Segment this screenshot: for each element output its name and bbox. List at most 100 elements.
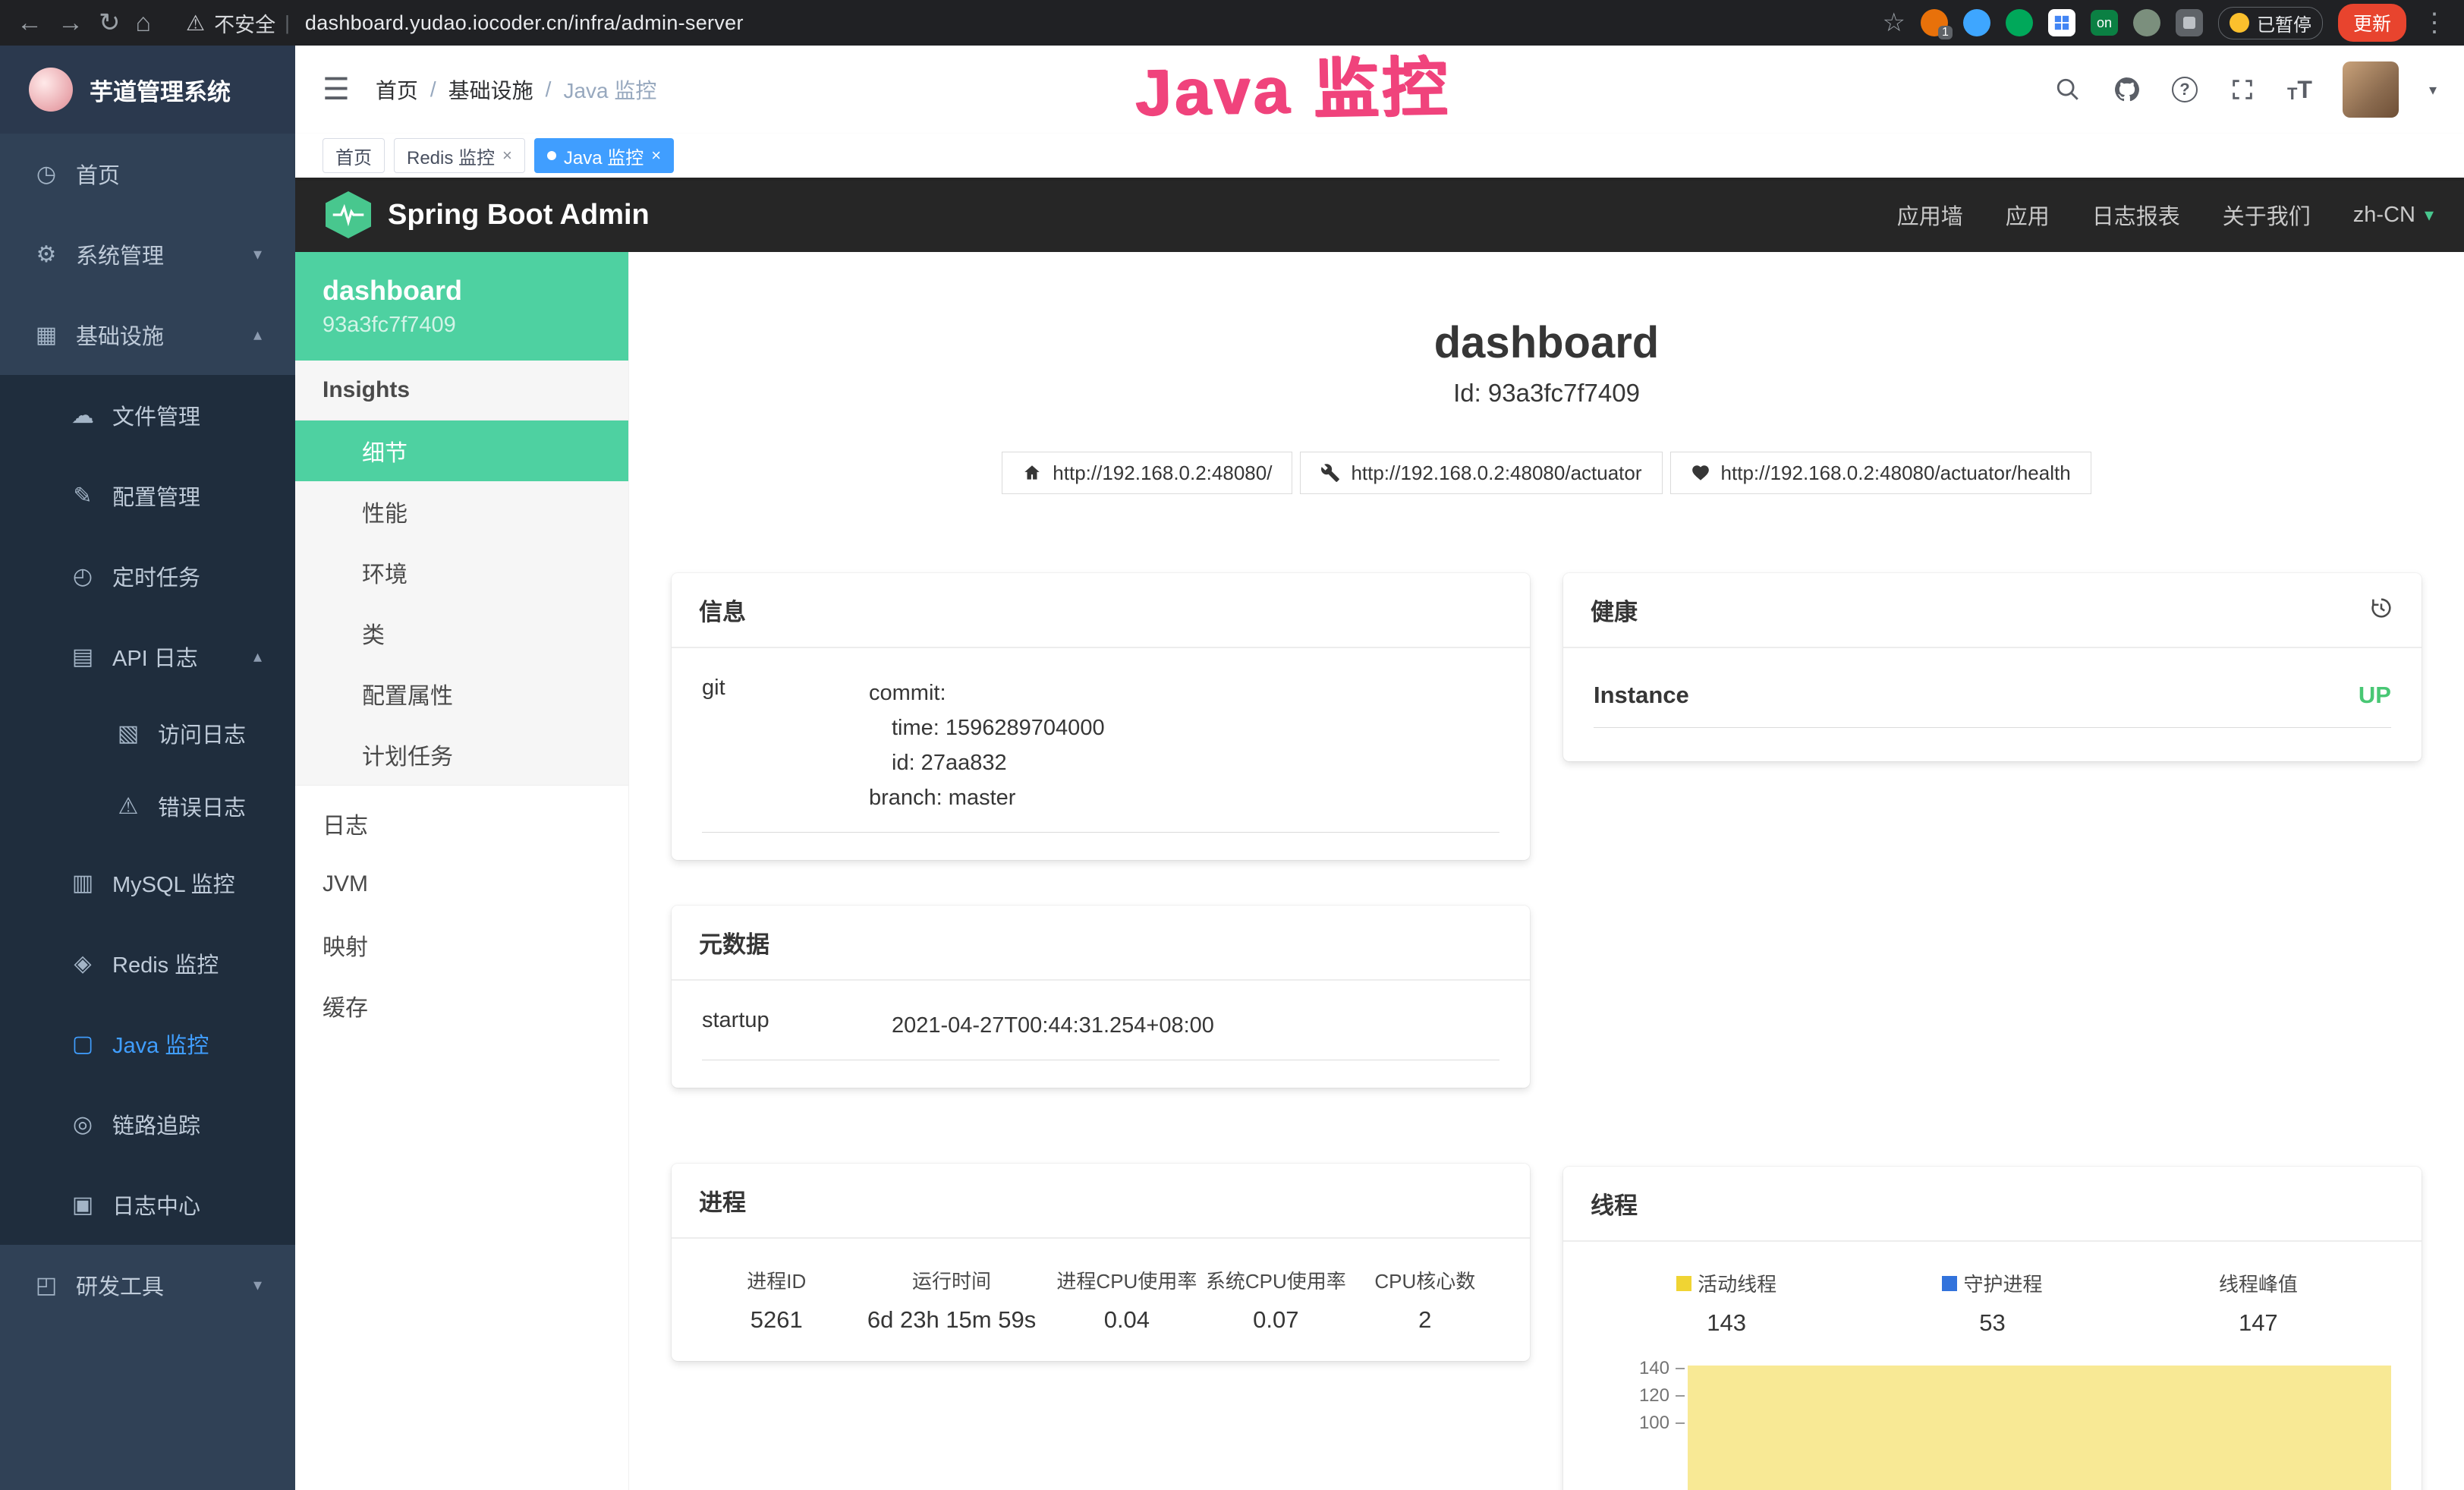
ytick-100: 100 xyxy=(1639,1413,1685,1434)
insights-section-label: Insights xyxy=(295,361,628,421)
extension-icon-4[interactable] xyxy=(2133,9,2160,36)
sidebar-item-access-logs[interactable]: ▧ 访问日志 xyxy=(0,697,295,770)
sidebar-item-infrastructure[interactable]: ▦ 基础设施 ▴ xyxy=(0,295,295,375)
service-url: http://192.168.0.2:48080/ xyxy=(1053,461,1272,485)
health-card: 健康 Instance UP xyxy=(1563,573,2422,761)
browser-reload-icon[interactable]: ↻ xyxy=(99,10,121,36)
instance-header[interactable]: dashboard 93a3fc7f7409 xyxy=(295,252,628,361)
trace-icon: ◎ xyxy=(68,1111,97,1138)
extension-icon-3[interactable] xyxy=(2006,9,2033,36)
sidebar-item-label: 系统管理 xyxy=(76,238,164,270)
address-bar-url[interactable]: dashboard.yudao.iocoder.cn/infra/admin-s… xyxy=(305,11,744,35)
chevron-down-icon: ▾ xyxy=(253,1275,262,1295)
bookmark-star-icon[interactable]: ☆ xyxy=(1882,10,1905,36)
dashboard-icon: ◷ xyxy=(32,161,61,187)
log-center-icon: ▣ xyxy=(68,1192,97,1218)
browser-home-icon[interactable]: ⌂ xyxy=(136,10,152,36)
sidebar-item-error-logs[interactable]: ⚠ 错误日志 xyxy=(0,770,295,843)
sidebar-item-label: Java 监控 xyxy=(112,1028,209,1060)
sba-menu-config-props[interactable]: 配置属性 xyxy=(295,663,628,724)
site-security-warning[interactable]: ⚠ 不安全 | xyxy=(186,8,290,38)
extensions-puzzle-icon[interactable] xyxy=(2176,9,2203,36)
sba-nav-journal[interactable]: 日志报表 xyxy=(2092,199,2180,231)
sidebar-item-config-management[interactable]: ✎ 配置管理 xyxy=(0,455,295,536)
extension-icon-2[interactable] xyxy=(1963,9,1990,36)
sidebar-item-label: 定时任务 xyxy=(112,560,200,592)
history-icon[interactable] xyxy=(2368,595,2394,625)
sba-nav-about[interactable]: 关于我们 xyxy=(2223,199,2311,231)
fullscreen-icon[interactable] xyxy=(2228,75,2257,104)
error-log-icon: ⚠ xyxy=(114,793,143,820)
sba-menu-caches[interactable]: 缓存 xyxy=(295,975,628,1036)
sba-menu-logs[interactable]: 日志 xyxy=(295,793,628,854)
sba-language-select[interactable]: zh-CN ▾ xyxy=(2353,203,2434,228)
sba-menu-jvm[interactable]: JVM xyxy=(295,854,628,915)
extension-on-toggle[interactable]: on xyxy=(2091,10,2118,36)
active-threads-header: 活动线程 xyxy=(1698,1269,1776,1297)
sidebar-item-dev-tools[interactable]: ◰ 研发工具 ▾ xyxy=(0,1245,295,1325)
sidebar-item-api-logs[interactable]: ▤ API 日志 ▴ xyxy=(0,616,295,697)
hamburger-icon[interactable]: ☰ xyxy=(323,72,350,107)
info-key: git xyxy=(702,676,869,815)
actuator-url-button[interactable]: http://192.168.0.2:48080/actuator xyxy=(1300,452,1662,494)
search-icon[interactable] xyxy=(2053,75,2082,104)
instance-id: 93a3fc7f7409 xyxy=(323,313,601,338)
tab-home[interactable]: 首页 xyxy=(323,138,385,173)
app-logo[interactable]: 芋道管理系统 xyxy=(0,46,295,134)
sba-menu-scheduled-tasks[interactable]: 计划任务 xyxy=(295,724,628,785)
profile-paused-badge[interactable]: 已暂停 xyxy=(2218,7,2323,39)
app-header: ☰ 首页 / 基础设施 / Java 监控 ? xyxy=(295,46,2464,134)
sidebar-item-scheduled-jobs[interactable]: ◴ 定时任务 xyxy=(0,536,295,616)
sba-menu-metrics[interactable]: 性能 xyxy=(295,481,628,542)
browser-update-button[interactable]: 更新 xyxy=(2338,4,2406,42)
service-url-button[interactable]: http://192.168.0.2:48080/ xyxy=(1002,452,1292,494)
sba-menu-classes[interactable]: 类 xyxy=(295,603,628,663)
sba-sidebar: dashboard 93a3fc7f7409 Insights 细节 性能 环境… xyxy=(295,252,629,1490)
sba-logo-icon[interactable] xyxy=(326,191,371,238)
sidebar-item-file-management[interactable]: ☁ 文件管理 xyxy=(0,375,295,455)
sidebar-item-label: Redis 监控 xyxy=(112,947,219,979)
avatar-caret-icon[interactable]: ▾ xyxy=(2429,80,2437,99)
threads-stats: 活动线程 143 守护进程 xyxy=(1594,1269,2391,1337)
browser-back-icon[interactable]: ← xyxy=(17,10,42,36)
health-instance-row[interactable]: Instance UP xyxy=(1594,682,2391,728)
browser-forward-icon[interactable]: → xyxy=(58,10,83,36)
sidebar-item-system[interactable]: ⚙ 系统管理 ▾ xyxy=(0,214,295,295)
sba-menu-details[interactable]: 细节 xyxy=(295,421,628,481)
mysql-icon: ▥ xyxy=(68,870,97,896)
daemon-threads-header: 守护进程 xyxy=(1963,1269,2042,1297)
github-icon[interactable] xyxy=(2113,75,2141,104)
close-icon[interactable]: × xyxy=(651,146,661,165)
edit-icon: ✎ xyxy=(68,483,97,509)
sidebar-item-redis-monitor[interactable]: ◈ Redis 监控 xyxy=(0,923,295,1003)
extension-grid-icon[interactable] xyxy=(2048,9,2075,36)
extension-icon-1[interactable]: 1 xyxy=(1921,9,1948,36)
url-separator: | xyxy=(285,11,290,35)
tab-redis-monitor[interactable]: Redis 监控 × xyxy=(394,138,525,173)
insights-section: Insights 细节 性能 环境 类 配置属性 计划任务 xyxy=(295,361,628,786)
sba-nav-wallboard[interactable]: 应用墙 xyxy=(1897,199,1963,231)
sba-nav-applications[interactable]: 应用 xyxy=(2006,199,2050,231)
user-avatar[interactable] xyxy=(2343,61,2399,118)
sba-menu-environment[interactable]: 环境 xyxy=(295,542,628,603)
close-icon[interactable]: × xyxy=(502,146,512,165)
sidebar-item-label: 文件管理 xyxy=(112,399,200,431)
font-size-icon[interactable]: TT xyxy=(2287,76,2312,104)
sidebar-item-tracing[interactable]: ◎ 链路追踪 xyxy=(0,1084,295,1164)
sidebar-item-java-monitor[interactable]: ▢ Java 监控 xyxy=(0,1003,295,1084)
breadcrumb-infrastructure[interactable]: 基础设施 xyxy=(448,74,533,105)
sidebar-item-mysql-monitor[interactable]: ▥ MySQL 监控 xyxy=(0,843,295,923)
grid-glyph xyxy=(2053,14,2070,31)
sidebar-item-home[interactable]: ◷ 首页 xyxy=(0,134,295,214)
tab-java-monitor[interactable]: Java 监控 × xyxy=(534,138,674,173)
sba-brand-title[interactable]: Spring Boot Admin xyxy=(388,199,650,232)
tab-label: Redis 监控 xyxy=(407,143,495,169)
browser-menu-kebab-icon[interactable]: ⋮ xyxy=(2422,10,2447,36)
health-url-button[interactable]: http://192.168.0.2:48080/actuator/health xyxy=(1670,452,2091,494)
help-icon[interactable]: ? xyxy=(2172,77,2198,102)
cloud-file-icon: ☁ xyxy=(68,402,97,429)
metadata-key: startup xyxy=(702,1008,892,1043)
sidebar-item-log-center[interactable]: ▣ 日志中心 xyxy=(0,1164,295,1245)
sba-menu-mappings[interactable]: 映射 xyxy=(295,915,628,975)
breadcrumb-home[interactable]: 首页 xyxy=(376,74,418,105)
